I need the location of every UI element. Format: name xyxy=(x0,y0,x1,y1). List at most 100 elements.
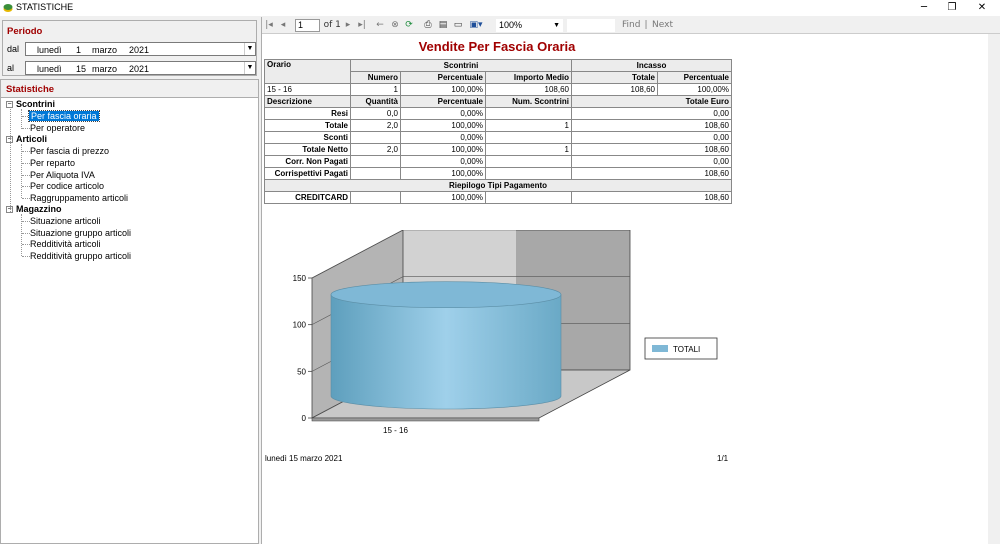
table-row: CREDITCARD 100,00% 108,60 xyxy=(264,191,732,204)
date-from-picker[interactable]: lunedì 1 marzo 2021 ▼ xyxy=(25,42,256,56)
tree-item-per-operatore[interactable]: Per operatore xyxy=(30,123,85,134)
chevron-down-icon[interactable]: ▼ xyxy=(553,20,560,31)
col-scontrini: Scontrini xyxy=(350,59,572,72)
table-row: Corrispettivi Pagati 100,00% 108,60 xyxy=(264,167,732,180)
last-page-icon[interactable]: ▸| xyxy=(357,19,367,32)
y-tick-label: 100 xyxy=(293,321,307,330)
tree-group-articoli[interactable]: − Articoli xyxy=(6,134,47,145)
report-footer-page: 1/1 xyxy=(717,454,729,463)
collapse-icon[interactable]: − xyxy=(6,136,13,144)
bar-cylinder-body xyxy=(330,294,562,410)
tree-item-raggruppamento-articoli[interactable]: Raggruppamento articoli xyxy=(30,193,128,204)
tree-item-per-fascia-oraria[interactable]: Per fascia oraria xyxy=(28,110,100,122)
date-from-row: dal lunedì 1 marzo 2021 ▼ xyxy=(7,42,256,56)
zoom-value: 100% xyxy=(499,20,523,30)
date-from-weekday: lunedì xyxy=(37,45,62,55)
report-viewer: |◂ ◂ 1 of 1 ▸ ▸| ← ⊗ ⟳ ⎙ ▤ ▭ ▣▾ 100% ▼ F… xyxy=(261,17,1000,544)
maximize-button[interactable]: ❐ xyxy=(936,0,968,16)
statistiche-panel: Statistiche − Scontrini Per fascia oraria xyxy=(0,79,259,544)
col-importo-medio: Importo Medio xyxy=(485,71,572,84)
table-row: Sconti 0,00% 0,00 xyxy=(264,131,732,144)
col-descrizione: Descrizione xyxy=(264,95,351,108)
left-panel: Periodo dal lunedì 1 marzo 2021 ▼ al lun… xyxy=(0,17,259,544)
tree-item-per-codice-articolo[interactable]: Per codice articolo xyxy=(30,181,104,192)
x-tick-label: 15 - 16 xyxy=(383,426,408,435)
tree-item-per-reparto[interactable]: Per reparto xyxy=(30,158,75,169)
col-totale: Totale xyxy=(571,71,658,84)
legend-swatch xyxy=(652,345,668,352)
col-percentuale: Percentuale xyxy=(400,71,486,84)
find-input[interactable] xyxy=(567,19,615,32)
table-row: 15 - 16 1 100,00% 108,60 108,60 100,00% xyxy=(264,83,732,96)
date-from-month: marzo xyxy=(92,45,118,55)
col-percentuale-det: Percentuale xyxy=(400,95,486,108)
back-icon[interactable]: ← xyxy=(376,19,384,32)
tree-item-redditivita-articoli[interactable]: Redditività articoli xyxy=(30,239,101,250)
report-toolbar: |◂ ◂ 1 of 1 ▸ ▸| ← ⊗ ⟳ ⎙ ▤ ▭ ▣▾ 100% ▼ F… xyxy=(262,17,1000,34)
col-quantita: Quantità xyxy=(350,95,401,108)
refresh-icon[interactable]: ⟳ xyxy=(404,19,414,32)
col-incasso: Incasso xyxy=(571,59,732,72)
report-table: Orario Scontrini Incasso Numero Percentu… xyxy=(264,59,732,204)
tree-item-redditivita-gruppo-articoli[interactable]: Redditività gruppo articoli xyxy=(30,251,131,262)
date-to-day: 15 xyxy=(76,64,87,74)
date-from-label: dal xyxy=(7,44,20,54)
tree-group-magazzino[interactable]: − Magazzino xyxy=(6,204,62,215)
first-page-icon[interactable]: |◂ xyxy=(265,19,273,32)
of-label: of xyxy=(323,20,333,30)
prev-page-icon[interactable]: ◂ xyxy=(279,19,287,32)
date-to-month: marzo xyxy=(92,64,118,74)
next-page-icon[interactable]: ▸ xyxy=(344,19,352,32)
toolbar-separator: | xyxy=(644,20,648,30)
chevron-down-icon[interactable]: ▼ xyxy=(244,43,255,55)
date-to-row: al lunedì 15 marzo 2021 ▼ xyxy=(7,61,256,75)
y-tick-label: 0 xyxy=(302,414,307,423)
date-to-picker[interactable]: lunedì 15 marzo 2021 ▼ xyxy=(25,61,256,75)
legend-label: TOTALI xyxy=(673,345,700,354)
stop-icon[interactable]: ⊗ xyxy=(390,19,400,32)
table-row: Totale 2,0 100,00% 1 108,60 xyxy=(264,119,732,132)
col-percentuale-incasso: Percentuale xyxy=(657,71,732,84)
vertical-scrollbar[interactable] xyxy=(988,34,1000,544)
tree-item-per-aliquota-iva[interactable]: Per Aliquota IVA xyxy=(30,170,95,181)
print-icon[interactable]: ⎙ xyxy=(422,19,434,32)
window-title: STATISTICHE xyxy=(16,2,74,12)
y-tick-label: 50 xyxy=(297,367,306,376)
table-row: Resi 0,0 0,00% 0,00 xyxy=(264,107,732,120)
y-tick-label: 150 xyxy=(293,274,307,283)
collapse-icon[interactable]: − xyxy=(6,101,13,109)
page-setup-icon[interactable]: ▭ xyxy=(452,19,464,32)
date-from-day: 1 xyxy=(76,45,82,55)
tree-item-per-fascia-di-prezzo[interactable]: Per fascia di prezzo xyxy=(30,146,109,157)
date-to-weekday: lunedì xyxy=(37,64,62,74)
page-number-input[interactable]: 1 xyxy=(295,19,320,32)
app-icon xyxy=(3,4,13,12)
export-icon[interactable]: ▣▾ xyxy=(467,19,485,32)
close-button[interactable]: ✕ xyxy=(966,0,998,16)
date-to-year: 2021 xyxy=(129,64,150,74)
table-row: Totale Netto 2,0 100,00% 1 108,60 xyxy=(264,143,732,156)
statistiche-title: Statistiche xyxy=(6,84,55,95)
col-totale-euro: Totale Euro xyxy=(571,95,732,108)
tree-item-situazione-articoli[interactable]: Situazione articoli xyxy=(30,216,101,227)
riepilogo-title: Riepilogo Tipi Pagamento xyxy=(264,179,732,192)
chevron-down-icon[interactable]: ▼ xyxy=(244,62,255,74)
next-link[interactable]: Next xyxy=(652,19,673,32)
statistiche-header: Statistiche xyxy=(1,80,258,98)
date-to-label: al xyxy=(7,63,15,73)
date-from-year: 2021 xyxy=(129,45,150,55)
zoom-select[interactable]: 100% ▼ xyxy=(496,19,563,32)
tree-group-scontrini[interactable]: − Scontrini xyxy=(6,99,55,110)
collapse-icon[interactable]: − xyxy=(6,206,13,214)
periodo-group: Periodo dal lunedì 1 marzo 2021 ▼ al lun… xyxy=(2,20,257,76)
col-orario: Orario xyxy=(264,59,351,84)
col-numero: Numero xyxy=(350,71,401,84)
find-link[interactable]: Find xyxy=(622,19,640,32)
bar-chart: 0 50 100 150 15 - 16 TOTALI xyxy=(293,230,718,435)
tree-item-situazione-gruppo-articoli[interactable]: Situazione gruppo articoli xyxy=(30,228,131,239)
bar-cylinder-top xyxy=(330,281,562,308)
table-row: Corr. Non Pagati 0,00% 0,00 xyxy=(264,155,732,168)
print-layout-icon[interactable]: ▤ xyxy=(437,19,449,32)
periodo-title: Periodo xyxy=(7,26,43,37)
title-bar: STATISTICHE ─ ❐ ✕ xyxy=(0,0,1000,16)
